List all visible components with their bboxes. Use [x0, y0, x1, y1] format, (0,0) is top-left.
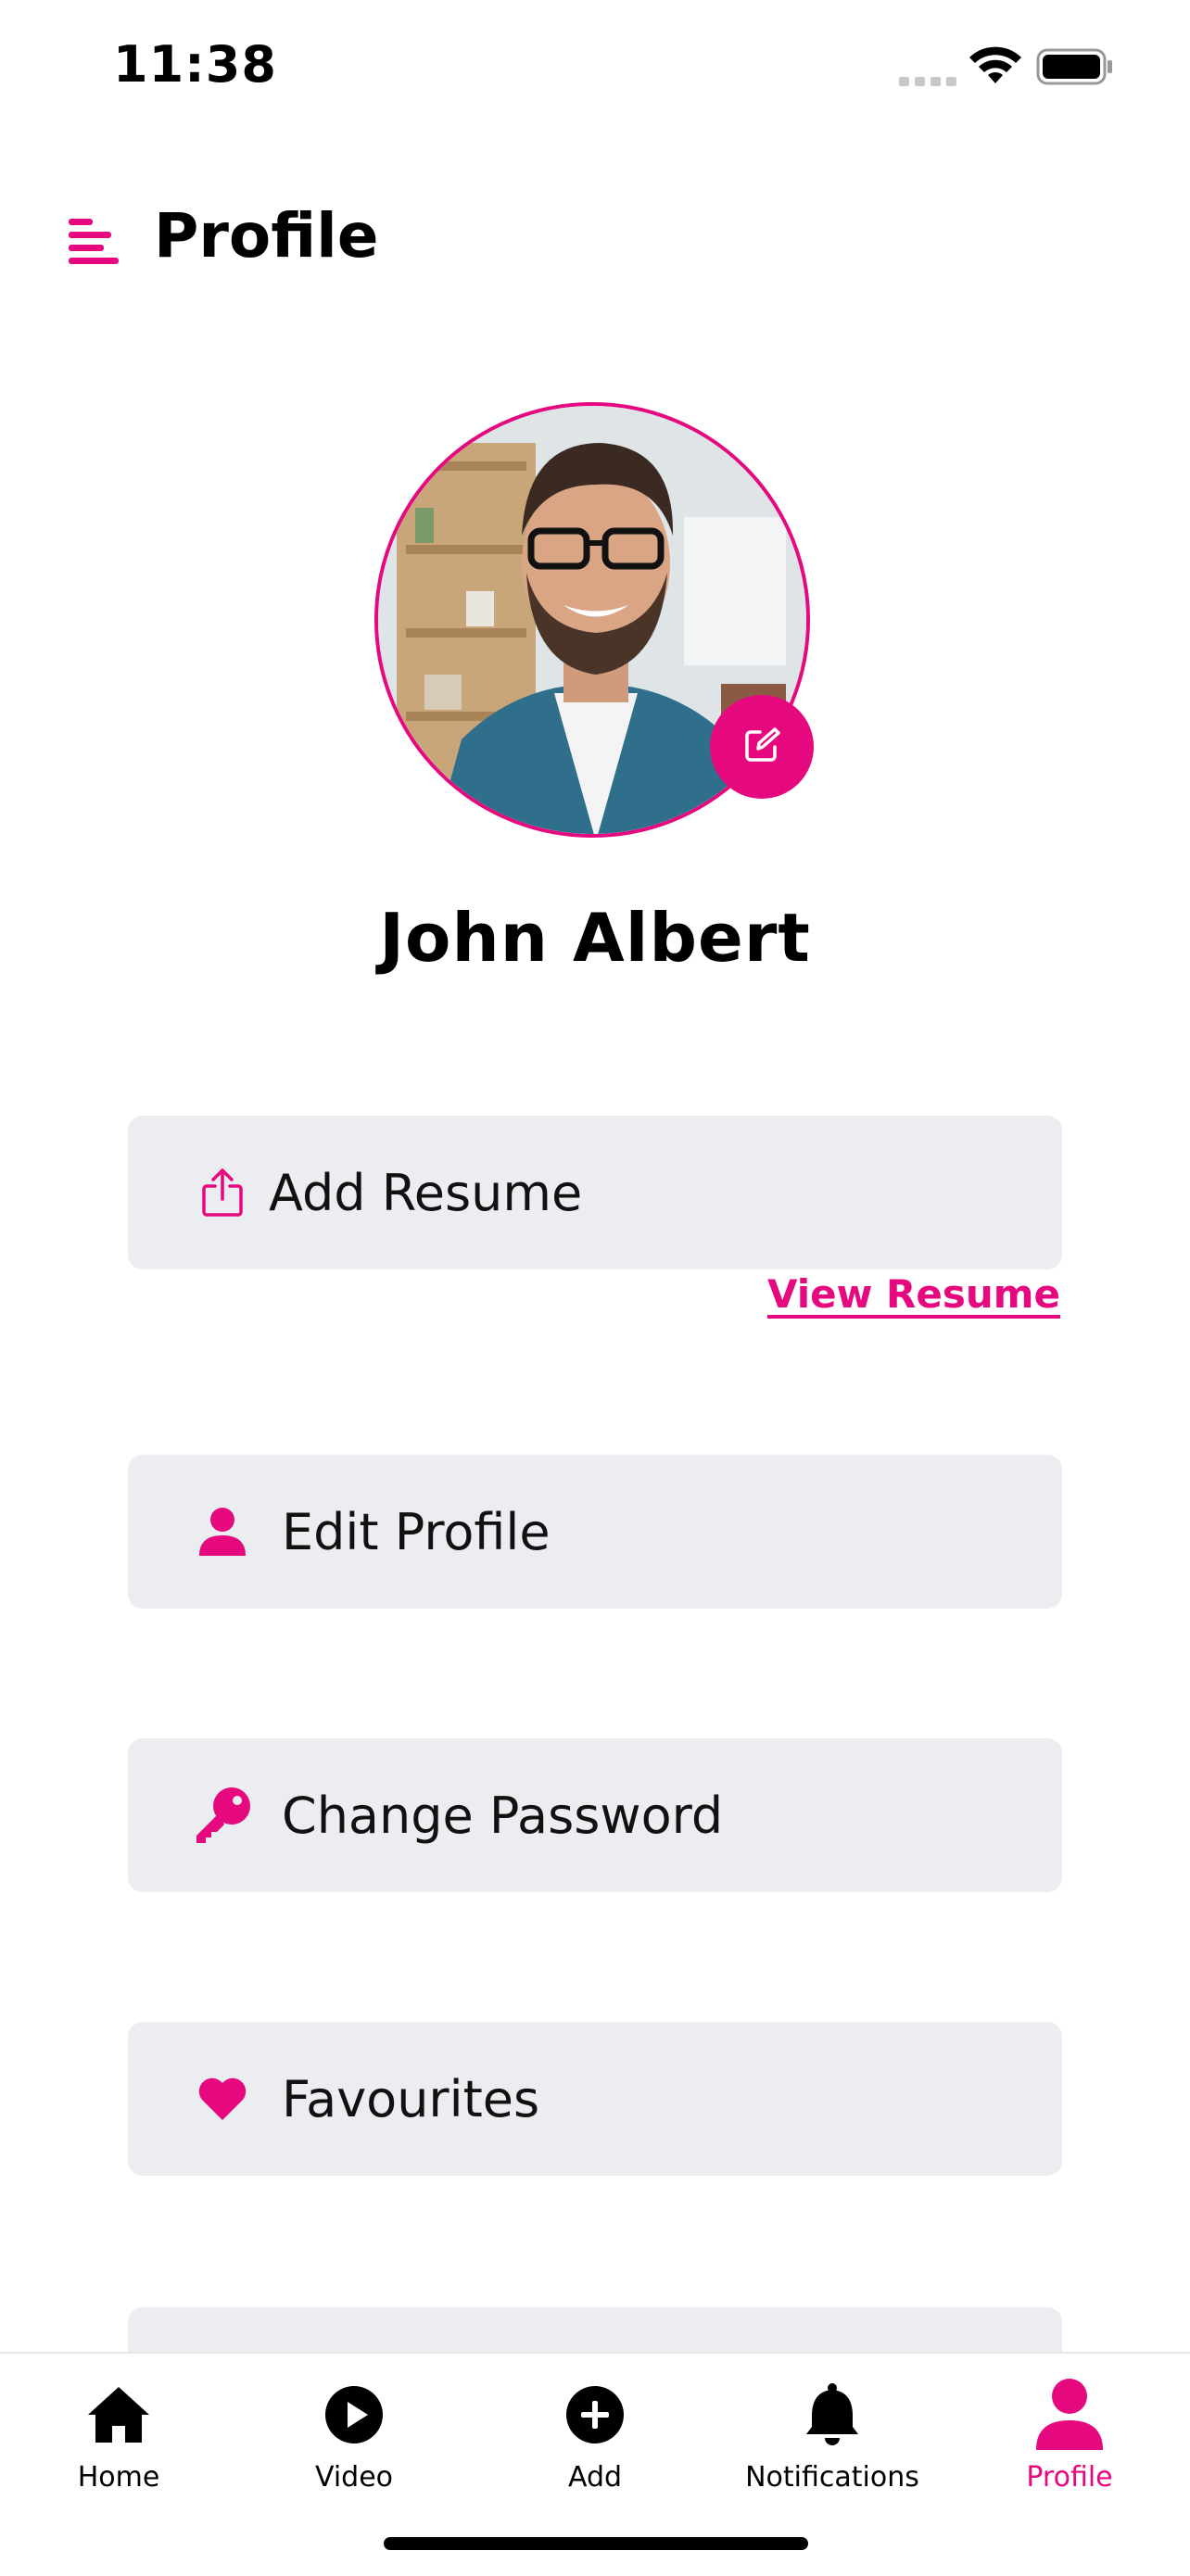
tab-profile[interactable]: Profile: [968, 2372, 1171, 2494]
tab-notifications[interactable]: Notifications: [730, 2372, 934, 2494]
tab-profile-label: Profile: [1026, 2461, 1113, 2494]
tab-home[interactable]: Home: [17, 2372, 221, 2494]
add-resume-label: Add Resume: [269, 1163, 583, 1222]
add-resume-button[interactable]: Add Resume: [128, 1116, 1062, 1269]
play-icon: [252, 2372, 456, 2457]
person-icon: [185, 1495, 260, 1569]
change-password-label: Change Password: [282, 1786, 724, 1845]
edit-profile-label: Edit Profile: [282, 1502, 551, 1561]
bell-icon: [730, 2372, 934, 2457]
tab-add[interactable]: Add: [493, 2372, 697, 2494]
tab-video-label: Video: [314, 2461, 394, 2494]
page-title: Profile: [154, 200, 379, 271]
tab-home-label: Home: [77, 2461, 160, 2494]
status-time: 11:38: [113, 35, 277, 94]
home-indicator: [384, 2537, 808, 2550]
tab-video[interactable]: Video: [252, 2372, 456, 2494]
edit-avatar-button[interactable]: [710, 695, 814, 799]
upload-icon: [185, 1155, 260, 1230]
key-icon: [185, 1778, 260, 1852]
tab-notifications-label: Notifications: [745, 2461, 919, 2494]
edit-square-icon: [741, 725, 782, 769]
menu-icon[interactable]: [69, 215, 120, 271]
plus-icon: [493, 2372, 697, 2457]
wifi-icon: [969, 46, 1021, 89]
edit-profile-button[interactable]: Edit Profile: [128, 1455, 1062, 1609]
home-icon: [17, 2372, 221, 2457]
favourites-button[interactable]: Favourites: [128, 2022, 1062, 2176]
battery-icon: [1036, 48, 1114, 89]
person-icon: [968, 2372, 1171, 2457]
view-resume-link[interactable]: View Resume: [767, 1271, 1060, 1317]
favourites-label: Favourites: [282, 2069, 540, 2128]
signal-icon: [899, 72, 956, 90]
profile-name: John Albert: [379, 899, 811, 977]
change-password-button[interactable]: Change Password: [128, 1738, 1062, 1892]
tab-add-label: Add: [567, 2461, 623, 2494]
heart-icon: [185, 2062, 260, 2136]
